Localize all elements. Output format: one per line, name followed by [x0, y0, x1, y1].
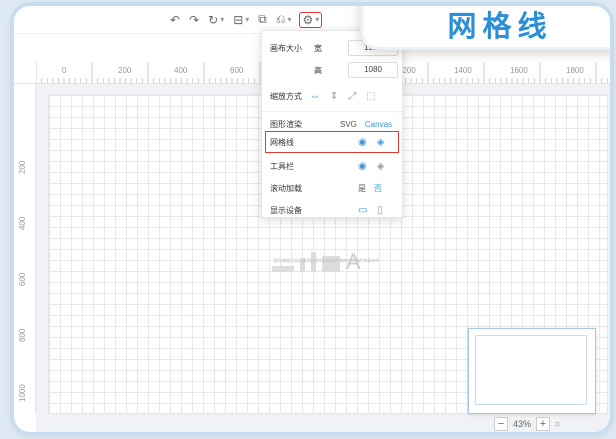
redo-button[interactable]: ↷ — [189, 13, 199, 27]
width-label: 宽 — [314, 43, 322, 53]
zoom-out-button[interactable]: − — [494, 417, 508, 431]
ruler-left: 200 400 600 800 1000 — [14, 84, 36, 414]
title-banner: 网格线 — [360, 6, 610, 50]
ruler-top-label: 400 — [174, 66, 188, 75]
ruler-left-label: 600 — [18, 272, 27, 286]
zoom-control: − 43% + ⌗ — [494, 416, 560, 432]
placeholder-caption: 暂无数据可显示请添加组件到画布中 拖拽左侧组件到画布中 — [274, 258, 380, 263]
empty-placeholder: A — [272, 232, 432, 273]
no-scale-icon[interactable]: ⬚ — [366, 91, 375, 102]
display-device-row: 显示设备 ▭ ▯ — [270, 201, 400, 219]
undo-button[interactable]: ↶ — [170, 13, 180, 27]
ruler-left-label: 200 — [18, 160, 27, 174]
fit-width-icon[interactable]: ⇔ — [310, 91, 320, 102]
ruler-left-label: 1000 — [18, 384, 27, 402]
scroll-yes-option[interactable]: 是 — [358, 183, 366, 194]
share-icon: ⎌ — [275, 12, 286, 26]
render-label: 图形渲染 — [270, 119, 302, 129]
placeholder-bar-icon — [272, 266, 294, 272]
stretch-icon[interactable]: ⤢ — [348, 91, 356, 102]
ruler-top-label: 600 — [230, 66, 244, 75]
ruler-top-label: 200 — [118, 66, 132, 75]
redo-icon: ↷ — [189, 12, 200, 27]
zoom-level: 43% — [513, 419, 532, 429]
save-button[interactable]: ⊟ ▾ — [233, 13, 249, 27]
minimap[interactable] — [468, 328, 596, 414]
zoom-in-button[interactable]: + — [536, 417, 551, 431]
undo-icon: ↶ — [170, 12, 181, 27]
chevron-down-icon: ▾ — [220, 15, 225, 24]
copy-icon: ⧉ — [258, 12, 267, 26]
settings-dropdown: 画布大小 宽 1920 高 1080 缩放方式 ⇔ ⇕ ⤢ ⬚ 图形渲染 SVG… — [261, 30, 403, 218]
fit-screen-icon[interactable]: ⌗ — [555, 419, 560, 430]
canvas-height-input[interactable]: 1080 — [348, 62, 398, 78]
scroll-load-label: 滚动加载 — [270, 183, 302, 193]
ruler-left-label: 400 — [18, 216, 27, 230]
chevron-down-icon: ▾ — [245, 15, 250, 24]
scroll-no-option[interactable]: 否 — [374, 183, 382, 194]
eye-off-icon[interactable]: ◈ — [377, 161, 385, 172]
scale-mode-label: 缩放方式 — [270, 91, 302, 101]
save-icon: ⊟ — [233, 12, 244, 27]
share-button[interactable]: ⎌ ▾ — [276, 12, 292, 27]
rotate-icon: ↻ — [208, 12, 219, 27]
ruler-top-label: 1800 — [566, 66, 584, 75]
desktop-icon[interactable]: ▭ — [358, 205, 367, 216]
toolbar-label: 工具栏 — [270, 161, 294, 171]
settings-button[interactable]: ⚙ ▾ — [299, 11, 323, 28]
scroll-load-row: 滚动加载 是 否 — [270, 179, 400, 197]
ruler-top-label: 0 — [62, 66, 67, 75]
eye-icon[interactable]: ◉ — [358, 161, 367, 172]
copy-button[interactable]: ⧉ — [258, 12, 267, 27]
ruler-top-label: 1400 — [454, 66, 472, 75]
height-label: 高 — [314, 65, 322, 75]
render-canvas-option[interactable]: Canvas — [365, 120, 392, 129]
minimap-viewport[interactable] — [475, 335, 587, 405]
mobile-icon[interactable]: ▯ — [377, 205, 383, 216]
app-frame: ↶ ↷ ↻▾ ⊟▾ ⧉ ⎌▾ ⚙▾ ⌐ 0 200 400 600 1200 1… — [14, 6, 610, 432]
chevron-down-icon: ▾ — [287, 15, 292, 24]
display-device-label: 显示设备 — [270, 205, 302, 215]
banner-title: 网格线 — [447, 9, 553, 43]
gridline-highlight — [265, 131, 399, 153]
ruler-top-label: 1600 — [510, 66, 528, 75]
scale-mode-row: 缩放方式 ⇔ ⇕ ⤢ ⬚ — [270, 87, 400, 105]
ruler-left-label: 800 — [18, 328, 27, 342]
gear-icon: ⚙ — [302, 12, 314, 27]
canvas-height-row: 高 1080 — [270, 61, 400, 79]
render-svg-option[interactable]: SVG — [340, 120, 357, 129]
canvas-size-label: 画布大小 — [270, 43, 302, 53]
divider — [262, 111, 402, 112]
rotate-button[interactable]: ↻ ▾ — [208, 13, 224, 27]
toolbar-row: 工具栏 ◉ ◈ — [270, 157, 400, 175]
fit-height-icon[interactable]: ⇕ — [330, 91, 338, 102]
chevron-down-icon: ▾ — [315, 15, 320, 24]
